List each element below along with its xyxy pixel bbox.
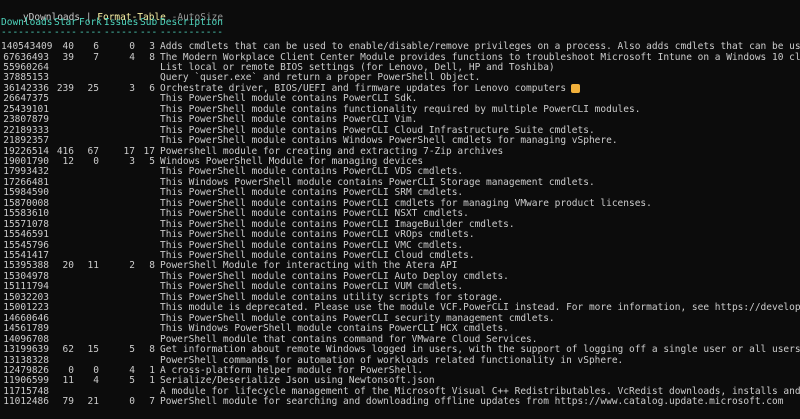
rule-downloads: --------- <box>1 27 53 38</box>
terminal-window[interactable]: yDownloads | Format-Table -AutoSize Down… <box>0 0 800 419</box>
rule-issues: ------ <box>104 27 139 38</box>
cell-star: 79 <box>62 396 74 408</box>
command-line: yDownloads | Format-Table -AutoSize <box>0 0 223 23</box>
worker-emoji-icon <box>571 83 580 93</box>
table-row: 11012486 79 21 0 7 PowerShell module for sear… <box>0 396 800 408</box>
cell-downloads: 11012486 <box>3 396 49 408</box>
cell-fork: 21 <box>87 396 99 408</box>
rule-star: ---- <box>54 27 77 38</box>
cell-sub: 7 <box>149 396 155 408</box>
cell-description: PowerShell module for searching and down… <box>160 396 784 408</box>
rule-fork: ---- <box>79 27 102 38</box>
cell-issues: 0 <box>129 396 135 408</box>
rule-description: ----------- <box>160 27 223 38</box>
rule-sub: --- <box>140 27 158 38</box>
table-header-rule: --------- ---- ---- ------ --- ---------… <box>0 27 800 39</box>
